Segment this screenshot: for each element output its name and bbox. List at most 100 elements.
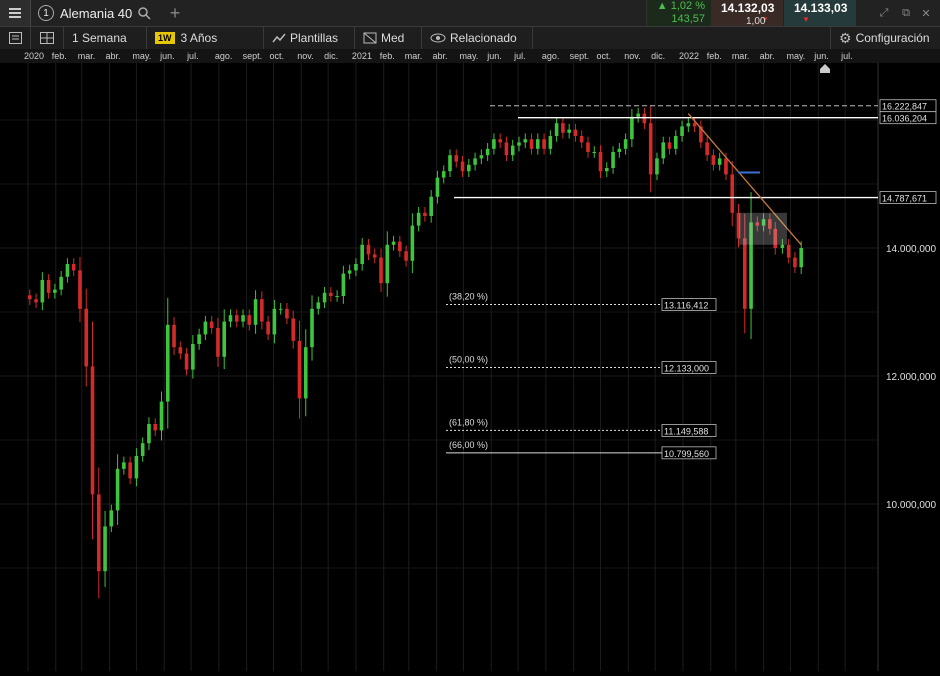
- candle-body: [517, 142, 521, 146]
- buy-price: 14.133,03: [794, 1, 848, 15]
- popout-icon[interactable]: ⧉: [898, 5, 914, 21]
- candle-body: [329, 292, 333, 296]
- candle-body: [592, 152, 597, 153]
- candle-body: [260, 299, 264, 322]
- candle-body: [567, 129, 571, 133]
- eye-icon: [430, 33, 446, 43]
- candle-body: [209, 321, 214, 328]
- candle-body: [59, 276, 63, 290]
- expand-icon[interactable]: ⤢: [876, 5, 892, 21]
- fib-price-label: 11.149,588: [664, 426, 708, 436]
- x-tick-label: jun.: [486, 51, 502, 61]
- candle-body: [604, 168, 609, 172]
- interval-selector[interactable]: 1 Semana: [64, 27, 147, 49]
- fib-price-label: 13.116,412: [664, 301, 708, 311]
- candle-body: [379, 257, 383, 284]
- x-tick-label: mar.: [405, 51, 423, 61]
- candle-body: [448, 155, 452, 172]
- candle-body: [272, 308, 277, 335]
- candle-body: [78, 270, 82, 309]
- candle-body: [278, 308, 283, 310]
- plus-icon[interactable]: +: [165, 0, 185, 26]
- candle-body: [793, 257, 797, 268]
- candle-body: [184, 353, 189, 370]
- candle-body: [648, 123, 653, 175]
- candlestick-chart[interactable]: 2020 feb. mar. abr. may. jun. jul. ago. sept. oct…: [0, 49, 940, 671]
- instrument-tab[interactable]: 1 Alemania 40: [32, 0, 160, 26]
- candle-body: [479, 155, 484, 159]
- candle-body: [115, 468, 120, 511]
- grid-button[interactable]: [31, 27, 64, 49]
- candle-body: [460, 161, 465, 172]
- candle-body: [40, 280, 45, 303]
- candle-body: [492, 139, 496, 149]
- fib-ratio-label: (66,00 %): [449, 440, 488, 450]
- candle-body: [636, 113, 640, 117]
- y-tick-label: 10.000,000: [886, 500, 936, 511]
- x-tick-label: feb.: [52, 51, 67, 61]
- candle-body: [398, 241, 402, 252]
- x-tick-label: ago.: [215, 51, 233, 61]
- candle-body: [536, 139, 540, 149]
- candle-body: [285, 308, 289, 319]
- candle-body: [216, 328, 220, 357]
- settings-button[interactable]: ⚙ Configuración: [830, 27, 940, 49]
- candle-body: [642, 113, 647, 124]
- candle-body: [473, 158, 477, 165]
- layout-button[interactable]: [0, 27, 31, 49]
- templates-button[interactable]: Plantillas: [264, 27, 355, 49]
- candle-body: [686, 123, 691, 127]
- candle-body: [46, 280, 51, 293]
- search-icon[interactable]: [138, 6, 151, 20]
- candle-body: [159, 401, 164, 431]
- candle-body: [655, 158, 659, 175]
- candle-body: [96, 494, 101, 572]
- candle-body: [611, 152, 615, 168]
- candle-body: [498, 139, 502, 143]
- buy-price-button[interactable]: 14.133,03 ▼: [784, 0, 856, 26]
- interval-label: 1 Semana: [72, 31, 127, 45]
- price-type-icon: [363, 32, 377, 44]
- candle-body: [485, 148, 490, 156]
- candle-body: [297, 340, 302, 399]
- sell-price: 14.132,03: [721, 1, 775, 15]
- price-level-label: 16.222,847: [882, 102, 927, 112]
- related-button[interactable]: Relacionado: [422, 27, 533, 49]
- candle-body: [780, 244, 785, 248]
- price-chart[interactable]: 2020 feb. mar. abr. may. jun. jul. ago. sept. oct…: [0, 49, 940, 671]
- change-percent: 1,02 %: [670, 0, 705, 12]
- candle-body: [335, 296, 339, 297]
- candle-body: [122, 462, 126, 469]
- candle-body: [266, 321, 270, 335]
- range-selector[interactable]: 1W 3 Años: [147, 27, 264, 49]
- x-tick-label: mar.: [732, 51, 750, 61]
- price-type-label: Med: [381, 31, 405, 45]
- range-label: 3 Años: [180, 31, 218, 45]
- candle-body: [153, 424, 158, 431]
- candle-body: [410, 225, 415, 261]
- x-tick-label: jul.: [186, 51, 199, 61]
- price-type-button[interactable]: Med: [355, 27, 422, 49]
- price-level-label: 14.787,671: [882, 194, 927, 204]
- candle-body: [354, 264, 358, 271]
- close-icon[interactable]: ✕: [918, 5, 934, 21]
- candle-body: [423, 212, 427, 216]
- candle-body: [711, 155, 716, 165]
- candle-body: [303, 347, 308, 399]
- candle-body: [661, 142, 666, 159]
- x-tick-label: jun.: [159, 51, 175, 61]
- y-tick-label: 12.000,000: [886, 372, 936, 383]
- fib-price-label: 10.799,560: [664, 449, 709, 459]
- x-tick-label: sept.: [243, 51, 263, 61]
- menu-button[interactable]: [0, 0, 31, 26]
- candle-body: [310, 308, 314, 348]
- candle-body: [90, 366, 95, 495]
- candle-body: [523, 139, 528, 143]
- change-up-arrow-icon: ▲: [656, 0, 671, 12]
- fib-price-label: 12.133,000: [664, 363, 709, 373]
- candle-body: [316, 302, 321, 309]
- candle-body: [542, 139, 546, 149]
- candle-body: [504, 142, 509, 156]
- candle-body: [404, 251, 408, 261]
- candle-body: [586, 142, 590, 152]
